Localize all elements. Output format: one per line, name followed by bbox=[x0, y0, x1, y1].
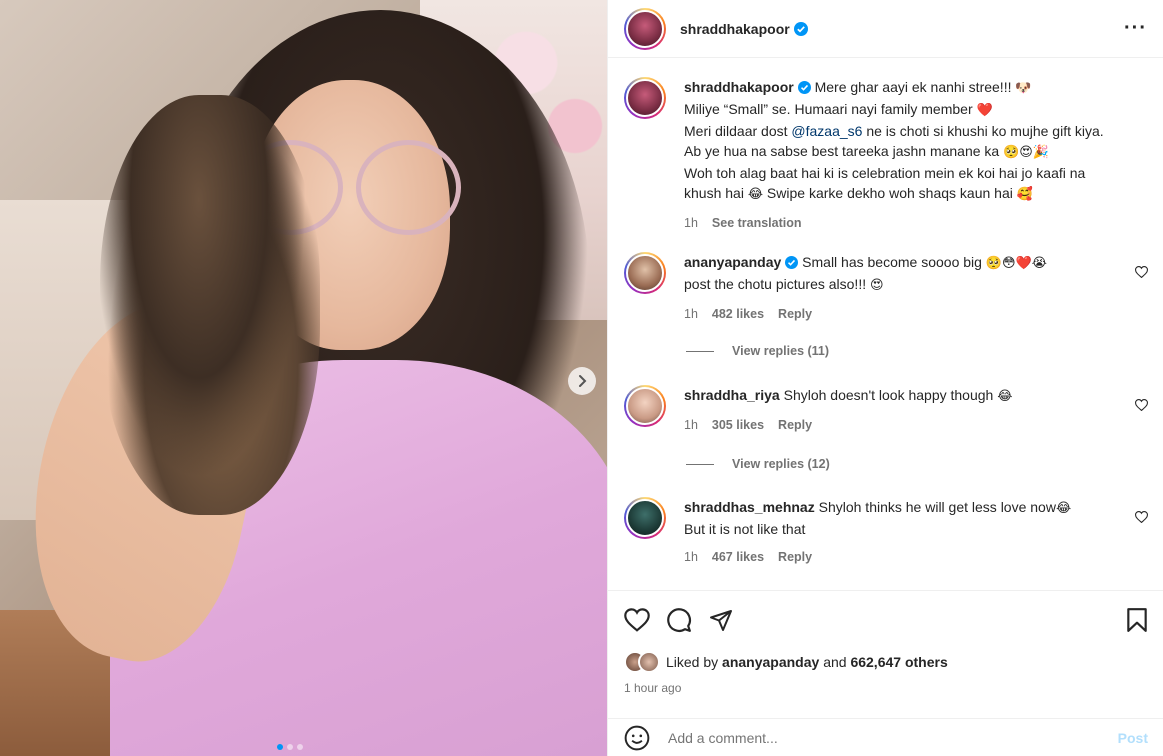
commenter-avatar[interactable] bbox=[624, 252, 666, 294]
like-comment-heart-icon[interactable] bbox=[1135, 511, 1148, 523]
caption-avatar[interactable] bbox=[624, 77, 666, 119]
comment-body: ananyapanday Small has become soooo big … bbox=[684, 252, 1114, 324]
smile-hearts-emoji: 🥰 bbox=[1016, 187, 1033, 202]
caption-mention[interactable]: @fazaa_s6 bbox=[791, 123, 862, 139]
share-paper-plane-icon[interactable] bbox=[708, 608, 734, 632]
commenter-avatar[interactable] bbox=[624, 385, 666, 427]
add-comment-bar: Post bbox=[608, 718, 1163, 756]
comment-text-2: post the chotu pictures also!!! bbox=[684, 276, 870, 292]
comment-time: 1h bbox=[684, 418, 698, 432]
heart-emoji: ❤️ bbox=[976, 103, 993, 118]
caption-text-2: Miliye “Small” se. Humaari nayi family m… bbox=[684, 101, 977, 117]
commenter-username[interactable]: shraddha_riya bbox=[684, 387, 780, 403]
commenter-avatar[interactable] bbox=[624, 497, 666, 539]
verified-badge-icon bbox=[785, 256, 799, 269]
comment-text-2: But it is not like that bbox=[684, 521, 806, 537]
comment-text: Small has become soooo big bbox=[798, 254, 986, 270]
heart-eyes-emoji: 😍 bbox=[870, 278, 884, 293]
comment-row: ananyapanday Small has become soooo big … bbox=[624, 252, 1148, 324]
commenter-username[interactable]: ananyapanday bbox=[684, 254, 781, 270]
post-comment-button[interactable]: Post bbox=[1118, 730, 1148, 746]
reply-button[interactable]: Reply bbox=[778, 415, 812, 435]
carousel-dots bbox=[277, 744, 303, 750]
comments-list[interactable]: shraddhakapoor Mere ghar aayi ek nanhi s… bbox=[608, 59, 1163, 589]
laugh-emoji: 😂 bbox=[747, 187, 764, 202]
caption-row: shraddhakapoor Mere ghar aayi ek nanhi s… bbox=[624, 77, 1148, 233]
liked-by-count[interactable]: 662,647 others bbox=[850, 654, 947, 670]
comment-text: Shyloh thinks he will get less love now bbox=[814, 499, 1056, 515]
caption-text-1: Mere ghar aayi ek nanhi stree!!! bbox=[810, 79, 1016, 95]
add-comment-input[interactable] bbox=[668, 729, 1118, 746]
like-heart-icon[interactable] bbox=[624, 608, 650, 632]
action-bar bbox=[624, 607, 1148, 633]
comment-likes[interactable]: 467 likes bbox=[712, 547, 764, 567]
caption-emojis-3: 🥺😍🎉 bbox=[1003, 145, 1050, 160]
comment-time: 1h bbox=[684, 550, 698, 564]
view-replies-label: View replies (11) bbox=[732, 344, 830, 358]
comment-row: shraddhas_mehnaz Shyloh thinks he will g… bbox=[624, 497, 1148, 567]
post-timestamp[interactable]: 1 hour ago bbox=[624, 681, 1148, 695]
post-details-panel: shraddhakapoor ··· shraddhakapoor Mere g… bbox=[607, 0, 1163, 756]
liked-by-prefix: Liked by bbox=[666, 654, 723, 670]
post-actions: Liked by ananyapanday and 662,647 others… bbox=[608, 590, 1163, 695]
reply-button[interactable]: Reply bbox=[778, 547, 812, 567]
like-comment-heart-icon[interactable] bbox=[1135, 266, 1148, 278]
caption-username[interactable]: shraddhakapoor bbox=[684, 79, 794, 95]
post-header: shraddhakapoor ··· bbox=[608, 0, 1163, 58]
view-replies-button[interactable]: View replies (12) bbox=[686, 457, 830, 471]
likes-summary: Liked by ananyapanday and 662,647 others bbox=[624, 651, 1148, 673]
laugh-emoji: 😂 bbox=[1055, 501, 1072, 516]
carousel-dot-2 bbox=[287, 744, 293, 750]
post-media[interactable] bbox=[0, 0, 607, 756]
comment-emojis: 🥺😳❤️😭 bbox=[985, 256, 1047, 271]
carousel-dot-3 bbox=[297, 744, 303, 750]
laugh-emoji: 😂 bbox=[997, 389, 1013, 404]
liker-avatar[interactable] bbox=[638, 651, 660, 673]
photo-puppy bbox=[100, 95, 320, 515]
liked-by-user[interactable]: ananyapanday bbox=[722, 654, 819, 670]
reply-button[interactable]: Reply bbox=[778, 304, 812, 324]
comment-bubble-icon[interactable] bbox=[666, 607, 692, 633]
likes-text: Liked by ananyapanday and 662,647 others bbox=[666, 654, 948, 670]
caption-text-5: Swipe karke dekho woh shaqs kaun hai bbox=[763, 185, 1017, 201]
see-translation-link[interactable]: See translation bbox=[712, 213, 802, 233]
comment-meta: 1h 482 likes Reply bbox=[684, 304, 1114, 324]
comment-text: Shyloh doesn't look happy though bbox=[779, 387, 998, 403]
author-avatar[interactable] bbox=[624, 7, 666, 50]
comment-time: 1h bbox=[684, 307, 698, 321]
author-username[interactable]: shraddhakapoor bbox=[680, 21, 790, 37]
comment-meta: 1h 467 likes Reply bbox=[684, 547, 1114, 567]
more-options-icon[interactable]: ··· bbox=[1124, 17, 1147, 40]
caption-time: 1h bbox=[684, 216, 698, 230]
comment-meta: 1h 305 likes Reply bbox=[684, 415, 1114, 435]
comment-likes[interactable]: 482 likes bbox=[712, 304, 764, 324]
next-slide-button[interactable] bbox=[568, 367, 596, 395]
view-replies-button[interactable]: View replies (11) bbox=[686, 344, 829, 358]
comment-row: shraddha_riya Shyloh doesn't look happy … bbox=[624, 385, 1148, 435]
caption-body: shraddhakapoor Mere ghar aayi ek nanhi s… bbox=[684, 77, 1114, 233]
caption-meta: 1h See translation bbox=[684, 213, 1114, 233]
liked-by-middle: and bbox=[819, 654, 851, 670]
like-comment-heart-icon[interactable] bbox=[1135, 399, 1148, 411]
caption-text-3a: Meri dildaar dost bbox=[684, 123, 792, 139]
chevron-right-icon bbox=[579, 375, 587, 387]
comment-body: shraddha_riya Shyloh doesn't look happy … bbox=[684, 385, 1114, 435]
view-replies-label: View replies (12) bbox=[732, 457, 830, 471]
save-bookmark-icon[interactable] bbox=[1126, 607, 1148, 633]
verified-badge-icon bbox=[797, 81, 811, 94]
comment-body: shraddhas_mehnaz Shyloh thinks he will g… bbox=[684, 497, 1114, 567]
carousel-dot-1 bbox=[277, 744, 283, 750]
commenter-username[interactable]: shraddhas_mehnaz bbox=[684, 499, 815, 515]
emoji-smiley-icon[interactable] bbox=[624, 725, 650, 751]
comment-likes[interactable]: 305 likes bbox=[712, 415, 764, 435]
dog-emoji: 🐶 bbox=[1015, 81, 1032, 96]
verified-badge-icon bbox=[793, 21, 808, 36]
